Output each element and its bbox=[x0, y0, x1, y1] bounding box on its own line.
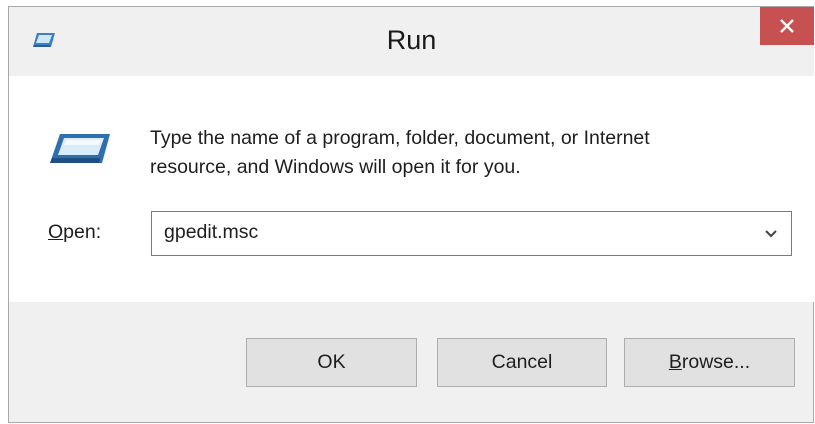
cancel-button[interactable]: Cancel bbox=[437, 338, 607, 387]
instruction-line-2: resource, and Windows will open it for y… bbox=[150, 156, 521, 178]
ok-button[interactable]: OK bbox=[246, 338, 417, 387]
open-label-access-key: O bbox=[48, 221, 64, 243]
dialog-content: Type the name of a program, folder, docu… bbox=[9, 76, 814, 302]
open-combobox[interactable]: gpedit.msc bbox=[151, 211, 792, 256]
window-title: Run bbox=[386, 25, 437, 55]
open-input[interactable]: gpedit.msc bbox=[164, 221, 258, 244]
open-label-text: pen: bbox=[63, 221, 102, 243]
instruction-text: Type the name of a program, folder, docu… bbox=[150, 124, 790, 182]
run-icon bbox=[46, 133, 112, 165]
browse-button[interactable]: Browse... bbox=[624, 338, 795, 387]
dropdown-button[interactable] bbox=[751, 212, 791, 255]
open-label: Open: bbox=[48, 221, 101, 244]
browse-label: rowse... bbox=[681, 351, 751, 373]
chevron-down-icon bbox=[765, 229, 777, 237]
title-bar[interactable]: Run bbox=[9, 7, 814, 76]
instruction-line-1: Type the name of a program, folder, docu… bbox=[150, 127, 650, 149]
browse-access-key: B bbox=[668, 351, 682, 373]
close-button[interactable] bbox=[760, 7, 814, 45]
run-dialog: Run Type the name of a program, folder, … bbox=[8, 6, 814, 423]
close-icon bbox=[780, 19, 794, 33]
